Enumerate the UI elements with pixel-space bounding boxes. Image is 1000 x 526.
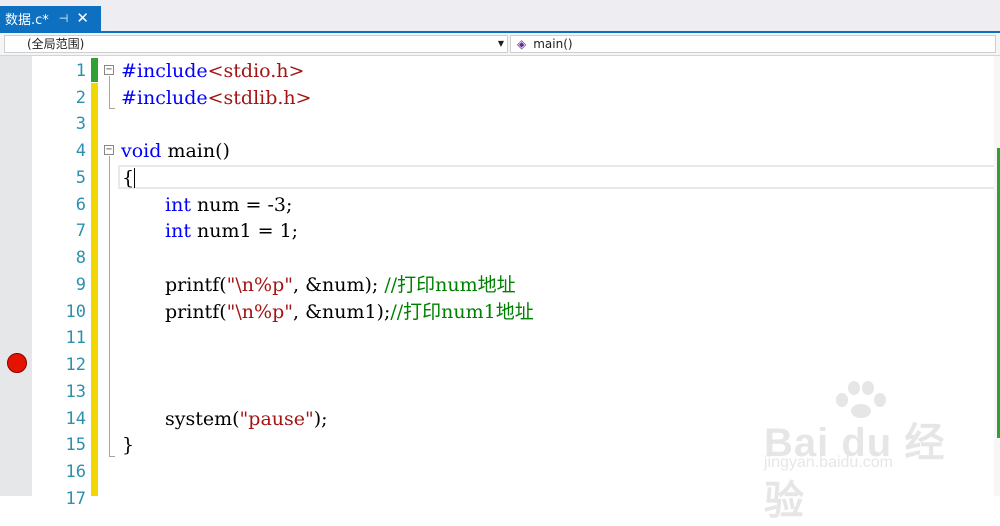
- watermark-url: jingyan.baidu.com: [764, 454, 893, 471]
- breakpoint-icon[interactable]: [7, 353, 27, 373]
- comment: //打印num地址: [384, 274, 516, 296]
- line-number: 9: [75, 275, 86, 295]
- document-tab-bar: 数据.c* ⊣ ✕: [0, 0, 1000, 33]
- call-args: , &num1);: [292, 301, 391, 323]
- call: printf(: [165, 274, 227, 296]
- chevron-down-icon[interactable]: ▼: [498, 36, 504, 52]
- line-number: 13: [65, 382, 86, 402]
- code-line-5[interactable]: {: [122, 165, 136, 191]
- line-number: 8: [75, 248, 86, 268]
- method-cube-icon: ◈: [517, 37, 527, 51]
- code-line-15[interactable]: }: [122, 432, 134, 458]
- tab-file[interactable]: 数据.c* ⊣ ✕: [0, 6, 101, 31]
- line-number: 11: [65, 328, 86, 348]
- scope-label: (全局范围): [27, 37, 85, 51]
- outline-guide-end: [109, 456, 115, 457]
- code-line-9[interactable]: printf("\n%p", &num); //打印num地址: [165, 272, 516, 298]
- line-number: 4: [75, 141, 86, 161]
- collapse-icon[interactable]: −: [104, 145, 114, 155]
- function-signature: main(): [161, 140, 230, 162]
- comment: //打印num1地址: [390, 301, 534, 323]
- function-label: main(): [533, 37, 573, 51]
- close-brace: }: [122, 434, 135, 456]
- saved-change-marker: [91, 58, 98, 82]
- call: printf(: [165, 301, 227, 323]
- vertical-scrollbar[interactable]: [994, 56, 1000, 496]
- statement: num1 = 1;: [190, 220, 299, 242]
- tab-title: 数据.c*: [5, 13, 49, 28]
- unsaved-change-marker: [91, 83, 98, 496]
- type-keyword: int: [165, 220, 191, 242]
- line-number: 6: [75, 195, 86, 215]
- string-literal: "\n%p": [226, 301, 293, 323]
- text-caret: [134, 168, 136, 188]
- code-line-14[interactable]: system("pause");: [165, 406, 328, 432]
- code-line-7[interactable]: int num1 = 1;: [165, 218, 298, 244]
- line-number: 16: [65, 462, 86, 482]
- outline-guide: [109, 76, 110, 108]
- type-keyword: int: [165, 194, 191, 216]
- string-literal: "pause": [239, 408, 314, 430]
- line-number: 14: [65, 409, 86, 429]
- include-path: <stdio.h>: [207, 60, 305, 82]
- collapse-icon[interactable]: −: [104, 65, 114, 75]
- pin-icon[interactable]: ⊣: [59, 12, 69, 25]
- baidu-jingyan-watermark: Bai du 经验 jingyan.baidu.com: [764, 380, 950, 523]
- line-number: 5: [75, 168, 86, 188]
- line-number: 10: [65, 302, 86, 322]
- outline-guide-end: [109, 108, 115, 109]
- code-line-2[interactable]: #include<stdlib.h>: [121, 85, 312, 111]
- scope-dropdown[interactable]: (全局范围) ▼: [4, 35, 508, 53]
- call-args: , &num);: [292, 274, 385, 296]
- close-icon[interactable]: ✕: [76, 11, 89, 26]
- call-args: );: [313, 408, 328, 430]
- open-brace: {: [122, 167, 135, 189]
- code-line-10[interactable]: printf("\n%p", &num1);//打印num1地址: [165, 299, 534, 325]
- type-keyword: void: [121, 140, 162, 162]
- preprocessor-keyword: #include: [121, 60, 208, 82]
- line-number: 1: [75, 61, 86, 81]
- line-number: 3: [75, 114, 86, 134]
- line-number: 7: [75, 221, 86, 241]
- call: system(: [165, 408, 240, 430]
- code-line-4[interactable]: void main(): [121, 138, 230, 164]
- current-line-highlight: [118, 165, 996, 189]
- preprocessor-keyword: #include: [121, 87, 208, 109]
- function-dropdown[interactable]: ◈ main(): [510, 35, 996, 53]
- glyph-margin[interactable]: [0, 56, 32, 496]
- include-path: <stdlib.h>: [207, 87, 312, 109]
- string-literal: "\n%p": [226, 274, 293, 296]
- navigation-bar: (全局范围) ▼ ◈ main(): [0, 33, 1000, 56]
- code-line-6[interactable]: int num = -3;: [165, 192, 292, 218]
- statement: num = -3;: [190, 194, 293, 216]
- code-line-1[interactable]: #include<stdio.h>: [121, 58, 304, 84]
- line-number: 2: [75, 88, 86, 108]
- outline-guide: [109, 156, 110, 456]
- line-number: 17: [65, 489, 86, 509]
- line-number: 15: [65, 435, 86, 455]
- line-number: 12: [65, 355, 86, 375]
